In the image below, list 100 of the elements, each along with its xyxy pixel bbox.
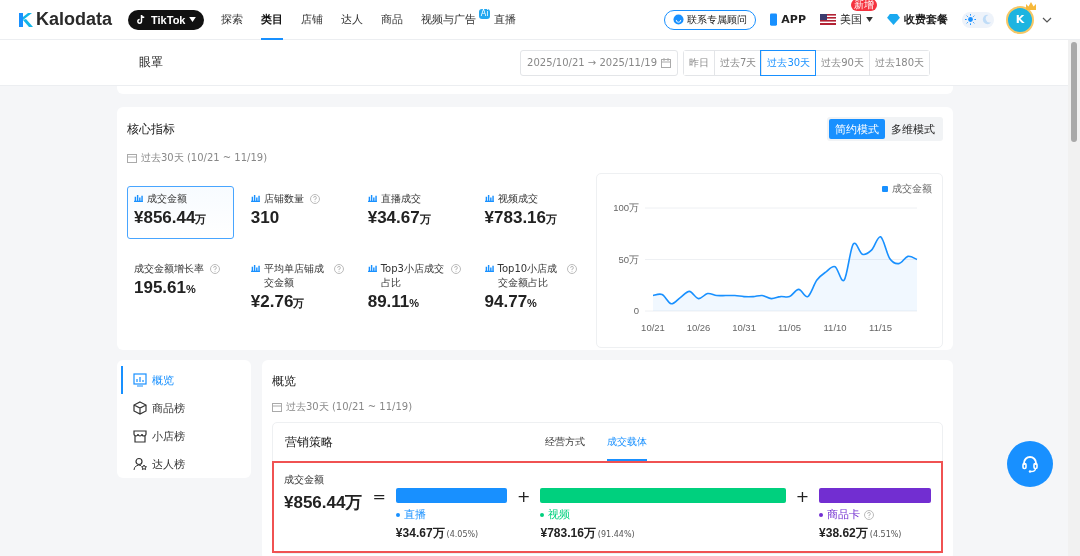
nav-tab[interactable]: 探索 xyxy=(221,0,244,40)
diamond-icon xyxy=(887,14,900,25)
segment-amount: ¥783.16万 xyxy=(540,526,596,540)
bar-chart-icon xyxy=(484,264,494,272)
crown-icon xyxy=(1026,1,1036,10)
help-icon[interactable] xyxy=(210,264,220,274)
axis-label: 10/21 xyxy=(641,322,666,333)
metric-value: ¥34.67万 xyxy=(367,208,432,228)
nav-tab[interactable]: 直播 xyxy=(494,0,517,40)
help-icon[interactable] xyxy=(333,264,344,274)
help-icon[interactable] xyxy=(864,510,875,520)
plus-sign: + xyxy=(517,487,531,506)
nav-tab[interactable]: 达人 xyxy=(341,0,364,40)
advisor-button[interactable]: 联系专属顾问 xyxy=(664,9,757,30)
segment-share: (91.44%) xyxy=(597,530,635,539)
bar-chart-icon xyxy=(367,194,377,202)
metric-card[interactable]: 视频成交 ¥783.16万 xyxy=(477,186,585,239)
category-title: 眼罩 xyxy=(139,54,163,71)
sidebar-item[interactable]: 小店榜 xyxy=(121,422,251,450)
legend-label: 成交金额 xyxy=(892,182,932,196)
metric-card[interactable]: 成交金额增长率 195.61% xyxy=(127,256,234,309)
metric-value: 94.77% xyxy=(484,292,538,312)
advisor-icon xyxy=(673,14,685,25)
metric-label: 成交金额增长率 xyxy=(134,262,204,276)
sidebar-item[interactable]: 达人榜 xyxy=(121,450,251,478)
axis-label: 0 xyxy=(634,305,640,316)
user-star-icon xyxy=(133,457,147,471)
flag-icon xyxy=(820,14,836,25)
sun-icon xyxy=(964,14,976,25)
phone-icon xyxy=(770,13,778,26)
bar-chart-icon xyxy=(367,264,377,272)
logo-text[interactable]: Kalodata xyxy=(36,9,113,30)
metric-label: Top10小店成交金额占比 xyxy=(497,262,559,290)
segment-label: 直播 xyxy=(403,508,426,522)
axis-label: 11/10 xyxy=(823,322,848,333)
section-title: 核心指标 xyxy=(127,120,175,138)
support-button[interactable] xyxy=(1007,441,1053,487)
store-icon xyxy=(133,429,147,443)
nav-tab[interactable]: 店铺 xyxy=(301,0,324,40)
platform-dropdown[interactable]: TikTok xyxy=(128,9,205,30)
dashboard-icon xyxy=(133,373,147,387)
segment-amount: ¥34.67万 xyxy=(395,526,445,540)
metric-label: Top3小店成交占比 xyxy=(380,262,445,290)
metric-card[interactable]: 平均单店铺成交金额 ¥2.76万 xyxy=(243,256,351,309)
help-icon[interactable] xyxy=(309,194,320,204)
axis-label: 50万 xyxy=(618,253,640,265)
metric-value: ¥783.16万 xyxy=(484,208,558,228)
segment-label: 视频 xyxy=(548,508,571,522)
metric-value: 89.11% xyxy=(367,292,421,312)
metric-label: 平均单店铺成交金额 xyxy=(263,262,325,290)
segment-share: (4.51%) xyxy=(869,530,902,539)
section-title: 概览 xyxy=(272,373,297,390)
panel-title: 营销策略 xyxy=(285,433,334,451)
moon-icon xyxy=(980,14,992,25)
metric-card[interactable]: 店铺数量 310 xyxy=(243,186,351,239)
metric-value: 310 xyxy=(250,208,281,228)
help-icon[interactable] xyxy=(567,264,578,274)
date-range-picker[interactable]: 2025/10/21 → 2025/11/19 xyxy=(520,49,679,76)
date-range-text: 过去30天 (10/21 ~ 11/19) xyxy=(141,151,268,165)
segment-share: (4.05%) xyxy=(446,530,479,539)
metric-value: ¥856.44万 xyxy=(134,208,208,228)
axis-label: 10/31 xyxy=(732,322,757,333)
metric-card[interactable]: Top10小店成交金额占比 94.77% xyxy=(477,256,585,309)
period-button[interactable]: 过去180天 xyxy=(868,50,929,75)
bar-chart-icon xyxy=(484,194,494,202)
ai-badge: Ai xyxy=(478,8,491,19)
mode-button[interactable]: 多维模式 xyxy=(885,119,941,139)
axis-label: 11/05 xyxy=(778,322,802,333)
headset-icon xyxy=(1020,454,1040,474)
help-icon[interactable] xyxy=(450,264,461,274)
metric-label: 直播成交 xyxy=(380,192,421,206)
calendar-icon xyxy=(127,153,137,163)
metric-card[interactable]: 直播成交 ¥34.67万 xyxy=(360,186,468,239)
metric-card[interactable]: 成交金额 ¥856.44万 xyxy=(127,186,234,239)
segment-amount: ¥38.62万 xyxy=(819,526,868,540)
calendar-icon xyxy=(661,57,672,68)
chevron-icon[interactable] xyxy=(1042,16,1052,23)
app-link[interactable]: APP xyxy=(770,13,806,26)
plus-sign: + xyxy=(795,487,810,506)
equals-sign: = xyxy=(372,487,386,506)
nav-tab[interactable]: 商品 xyxy=(381,0,404,40)
segment-label: 商品卡 xyxy=(827,508,861,522)
sidebar-item[interactable]: 商品榜 xyxy=(121,394,251,422)
date-range-text: 过去30天 (10/21 ~ 11/19) xyxy=(286,400,413,414)
metric-value: ¥2.76万 xyxy=(250,292,306,312)
new-badge: 新增 xyxy=(851,0,877,11)
axis-label: 10/26 xyxy=(687,322,711,333)
total-label: 成交金额 xyxy=(284,473,325,487)
axis-label: 100万 xyxy=(613,202,640,213)
pricing-link[interactable]: 收费套餐 xyxy=(887,12,948,27)
metric-label: 成交金额 xyxy=(147,192,187,206)
theme-toggle[interactable] xyxy=(962,11,994,28)
bar-chart-icon xyxy=(250,194,260,202)
total-value: ¥856.44万 xyxy=(284,492,363,514)
metric-card[interactable]: Top3小店成交占比 89.11% xyxy=(360,256,468,309)
tab[interactable]: 经营方式 xyxy=(545,423,585,461)
scrollbar[interactable] xyxy=(1068,40,1080,556)
metric-label: 视频成交 xyxy=(497,192,538,206)
metric-label: 店铺数量 xyxy=(263,192,304,206)
bar-chart-icon xyxy=(134,194,143,202)
